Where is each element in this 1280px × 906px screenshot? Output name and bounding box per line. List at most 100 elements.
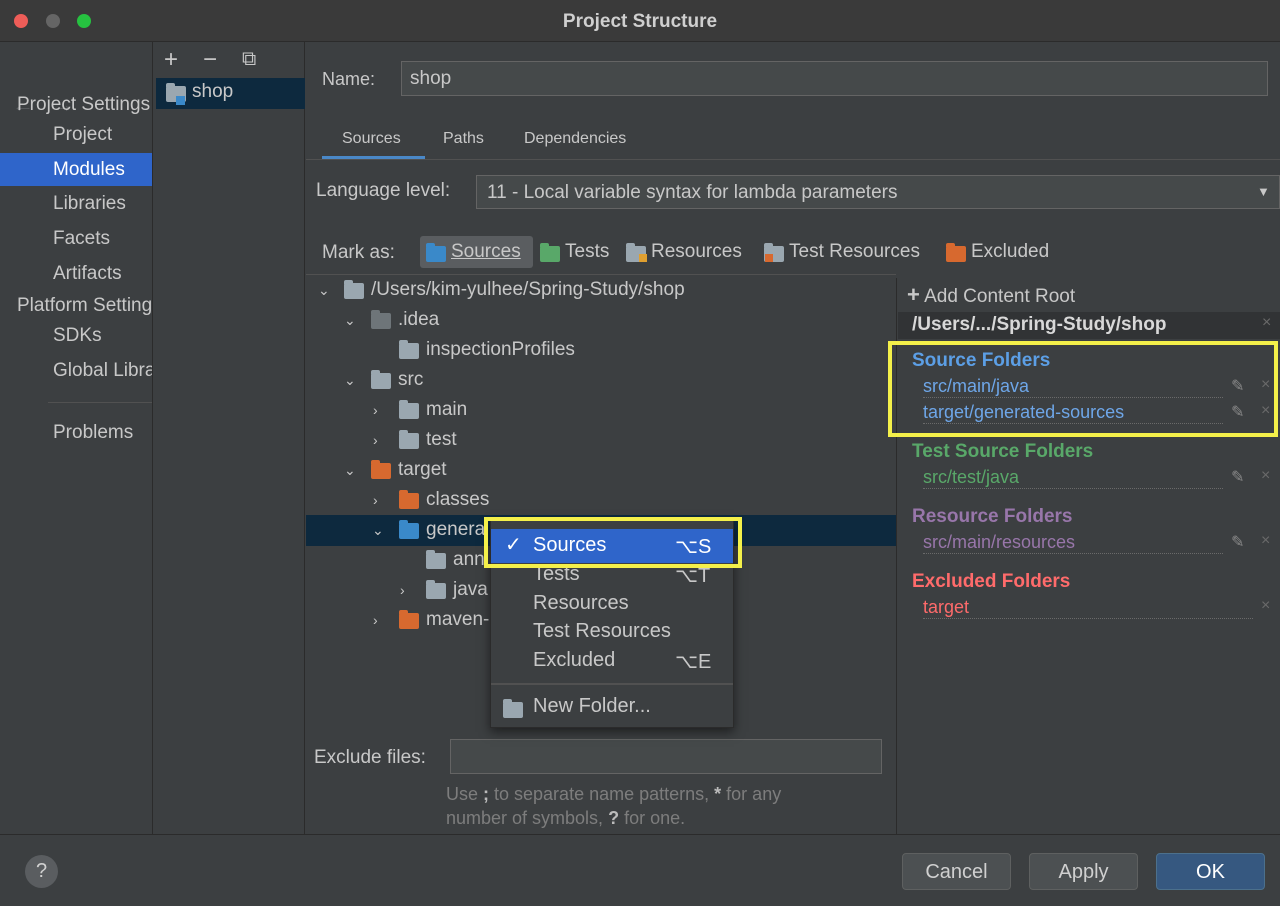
folder-icon: [399, 400, 419, 419]
sidebar-item-sdks[interactable]: SDKs: [0, 319, 152, 352]
menu-item-label: New Folder...: [533, 695, 651, 717]
mark-resources-label: Resources: [651, 241, 742, 262]
remove-folder-icon[interactable]: ×: [1261, 532, 1270, 550]
add-module-icon[interactable]: +: [164, 46, 178, 74]
menu-item-label: Excluded: [533, 649, 616, 671]
mark-tests-label: Tests: [565, 241, 610, 262]
sidebar-item-artifacts[interactable]: Artifacts: [0, 257, 152, 290]
language-level-select[interactable]: 11 - Local variable syntax for lambda pa…: [476, 175, 1280, 209]
mark-sources-label: Sources: [451, 241, 521, 262]
apply-button[interactable]: Apply: [1029, 853, 1138, 890]
module-name-input[interactable]: [401, 61, 1268, 96]
exclude-files-input[interactable]: [450, 739, 882, 774]
remove-module-icon[interactable]: −: [203, 46, 217, 74]
chevron-right-icon[interactable]: ›: [373, 485, 378, 515]
sidebar-item-modules[interactable]: Modules: [0, 153, 152, 186]
window-title: Project Structure: [562, 11, 718, 32]
tab-paths[interactable]: Paths: [443, 130, 484, 148]
resource-folder-path[interactable]: src/main/resources: [923, 532, 1223, 554]
mark-excluded-button[interactable]: Excluded: [944, 236, 1064, 268]
help-button[interactable]: ?: [25, 855, 58, 888]
chevron-down-icon[interactable]: ⌄: [318, 275, 330, 305]
remove-folder-icon[interactable]: ×: [1261, 597, 1270, 615]
mark-tests-button[interactable]: Tests: [538, 236, 618, 268]
mark-test-resources-button[interactable]: Test Resources: [762, 236, 937, 268]
folder-icon: [371, 460, 391, 479]
sidebar-item-libraries[interactable]: Libraries: [0, 187, 152, 220]
module-label: shop: [192, 81, 234, 102]
tree-node-label: genera: [426, 519, 486, 540]
test-resources-badge-icon: [765, 254, 773, 262]
tree-node-classes[interactable]: › classes: [306, 485, 896, 515]
tab-sources[interactable]: Sources: [342, 130, 401, 148]
tab-dependencies[interactable]: Dependencies: [524, 130, 626, 148]
tree-node-label: maven-: [426, 609, 490, 630]
tree-node-label: /Users/kim-yulhee/Spring-Study/shop: [371, 279, 685, 300]
sidebar-item-facets[interactable]: Facets: [0, 222, 152, 255]
exclude-files-label: Exclude files:: [314, 747, 426, 768]
add-content-root-button[interactable]: + Add Content Root: [907, 282, 1075, 308]
mark-resources-button[interactable]: Resources: [624, 236, 754, 268]
chevron-right-icon[interactable]: ›: [373, 425, 378, 455]
sources-folder-icon: [426, 243, 446, 262]
divider: [48, 402, 152, 403]
tree-node-src[interactable]: ⌄ src: [306, 365, 896, 395]
add-content-root-label: Add Content Root: [924, 286, 1076, 307]
resources-badge-icon: [639, 254, 647, 262]
tree-node-label: inspectionProfiles: [426, 339, 575, 360]
sidebar-item-problems[interactable]: Problems: [0, 416, 152, 449]
edit-pencil-icon[interactable]: ✎: [1231, 467, 1244, 487]
excluded-folders-heading: Excluded Folders: [912, 571, 1071, 592]
tree-node-idea[interactable]: ⌄ .idea: [306, 305, 896, 335]
folder-icon: [399, 430, 419, 449]
chevron-right-icon[interactable]: ›: [373, 395, 378, 425]
menu-separator: [491, 683, 733, 685]
sidebar-item-global-libraries[interactable]: Global Libraries: [0, 354, 152, 387]
chevron-down-icon[interactable]: ⌄: [344, 305, 356, 335]
chevron-right-icon[interactable]: ›: [373, 605, 378, 635]
folder-icon: [426, 580, 446, 599]
ok-button[interactable]: OK: [1156, 853, 1265, 890]
excluded-folder-path[interactable]: target: [923, 597, 1253, 619]
tests-folder-icon: [540, 243, 560, 262]
tree-node-target[interactable]: ⌄ target: [306, 455, 896, 485]
section-platform-settings: Platform Settings: [17, 295, 152, 316]
test-source-folder-path[interactable]: src/test/java: [923, 467, 1223, 489]
tree-node-label: java: [453, 579, 488, 600]
chevron-down-icon[interactable]: ⌄: [344, 455, 356, 485]
mark-as-label: Mark as:: [322, 242, 395, 263]
menu-item-label: Resources: [533, 592, 629, 614]
module-item-shop[interactable]: shop: [156, 78, 305, 109]
edit-pencil-icon[interactable]: ✎: [1231, 532, 1244, 552]
remove-content-root-icon[interactable]: ×: [1262, 314, 1271, 332]
menu-item-test-resources[interactable]: Test Resources: [491, 620, 733, 650]
menu-item-shortcut: ⌥E: [675, 651, 712, 673]
modules-list-panel: + − ⧉ shop: [154, 42, 305, 834]
folder-icon: [399, 610, 419, 629]
tree-node-label: src: [398, 369, 424, 390]
chevron-down-icon[interactable]: ⌄: [344, 365, 356, 395]
chevron-right-icon[interactable]: ›: [400, 575, 405, 605]
tree-node-root[interactable]: ⌄ /Users/kim-yulhee/Spring-Study/shop: [306, 275, 896, 305]
cancel-button[interactable]: Cancel: [902, 853, 1011, 890]
menu-item-new-folder[interactable]: New Folder...: [491, 693, 733, 723]
sidebar-item-project[interactable]: Project: [0, 118, 152, 151]
folder-icon: [426, 550, 446, 569]
remove-folder-icon[interactable]: ×: [1261, 467, 1270, 485]
title-bar: Project Structure: [0, 0, 1280, 42]
tree-node-inspection-profiles[interactable]: inspectionProfiles: [306, 335, 896, 365]
name-label: Name:: [322, 69, 376, 89]
content-root-header: /Users/.../Spring-Study/shop ×: [898, 312, 1280, 339]
menu-item-resources[interactable]: Resources: [491, 592, 733, 622]
mark-sources-button[interactable]: Sources: [420, 236, 533, 268]
mark-excluded-label: Excluded: [971, 241, 1050, 262]
tree-node-label: ann: [453, 549, 485, 570]
tree-node-main[interactable]: › main: [306, 395, 896, 425]
copy-module-icon[interactable]: ⧉: [242, 48, 256, 71]
menu-item-excluded[interactable]: Excluded ⌥E: [491, 649, 733, 679]
tree-node-label: .idea: [398, 309, 440, 330]
chevron-down-icon[interactable]: ⌄: [372, 515, 384, 545]
chevron-down-icon: ▼: [1257, 184, 1270, 199]
language-level-label: Language level:: [316, 180, 451, 201]
tree-node-test[interactable]: › test: [306, 425, 896, 455]
